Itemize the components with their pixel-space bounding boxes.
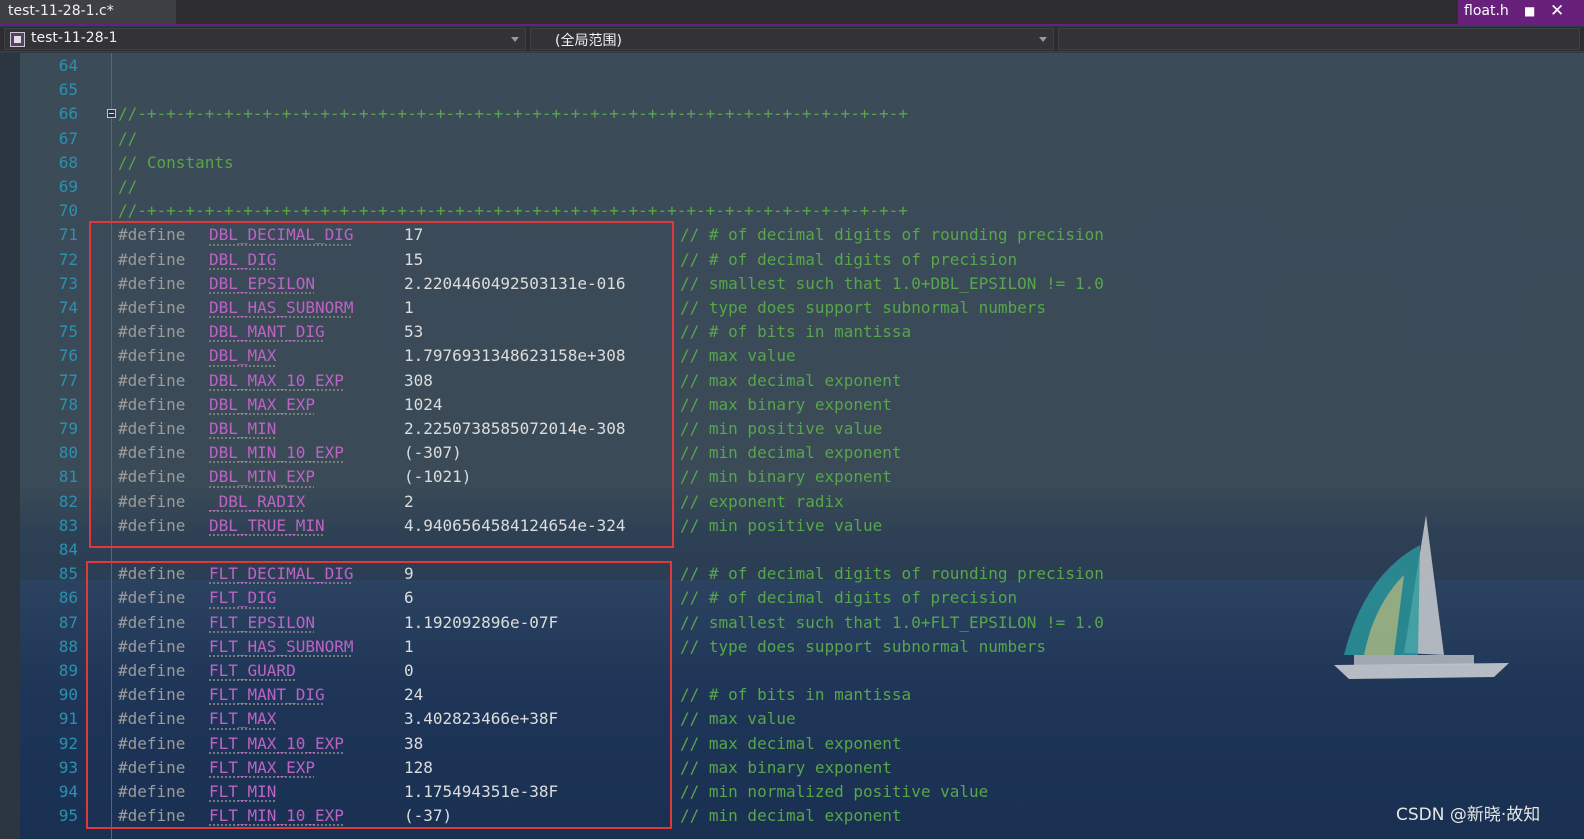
line-number: 80 xyxy=(58,443,78,463)
line-number: 93 xyxy=(58,757,78,777)
comment-text: // xyxy=(118,177,138,196)
comment-text: // type does support subnormal numbers xyxy=(680,298,1047,317)
comment-text: // max decimal exponent xyxy=(680,370,902,390)
project-dropdown[interactable]: test-11-28-1 xyxy=(4,28,526,50)
comment-text: // # of bits in mantissa xyxy=(680,685,912,705)
line-number: 91 xyxy=(58,709,78,729)
highlight-box-flt xyxy=(86,561,672,829)
line-number: 68 xyxy=(58,152,78,172)
code-line[interactable]: 67 // xyxy=(0,127,1584,151)
line-number: 73 xyxy=(58,273,78,293)
comment-text: // type does support subnormal numbers xyxy=(680,636,1047,656)
line-number: 89 xyxy=(58,661,78,680)
code-editor[interactable]: 64 65 66 //-+-+-+-+-+-+-+-+-+-+-+-+-+-+-+-+… xyxy=(0,53,1584,839)
line-number: 76 xyxy=(58,346,78,366)
document-tab-strip: test-11-28-1.c* float.h ■ ✕ xyxy=(0,0,1584,26)
scope-dropdown[interactable]: (全局范围) xyxy=(530,28,1054,50)
project-icon xyxy=(10,32,25,47)
line-number: 86 xyxy=(58,588,78,608)
line-number: 72 xyxy=(58,249,78,269)
line-number: 87 xyxy=(58,612,78,632)
line-number: 92 xyxy=(58,733,78,753)
comment-text: // # of decimal digits of precision xyxy=(680,249,1018,269)
code-line[interactable]: 64 xyxy=(0,54,1584,78)
line-number: 75 xyxy=(58,322,78,342)
line-number: 83 xyxy=(58,515,78,535)
comment-text: // min decimal exponent xyxy=(680,443,902,463)
comment-text: // smallest such that 1.0+FLT_EPSILON !=… xyxy=(680,612,1104,632)
line-number: 81 xyxy=(58,467,78,487)
code-line[interactable]: 69 // xyxy=(0,175,1584,199)
comment-text: // max value xyxy=(680,346,796,366)
line-number: 90 xyxy=(58,685,78,705)
comment-text: //-+-+-+-+-+-+-+-+-+-+-+-+-+-+-+-+-+-+-+… xyxy=(118,104,908,124)
code-line[interactable]: 68 // Constants xyxy=(0,151,1584,175)
line-number: 74 xyxy=(58,298,78,317)
code-line[interactable]: 65 xyxy=(0,78,1584,102)
comment-text: // smallest such that 1.0+DBL_EPSILON !=… xyxy=(680,273,1104,293)
line-number: 84 xyxy=(58,540,78,559)
code-line[interactable]: 70 //-+-+-+-+-+-+-+-+-+-+-+-+-+-+-+-+-+-+… xyxy=(0,199,1584,223)
comment-text: // xyxy=(118,128,138,148)
line-number: 88 xyxy=(58,636,78,656)
comment-text: // exponent radix xyxy=(680,491,844,511)
comment-text: // # of decimal digits of rounding preci… xyxy=(680,225,1104,245)
comment-text: // # of decimal digits of rounding preci… xyxy=(680,564,1104,584)
line-number: 79 xyxy=(58,419,78,438)
tab-float-h[interactable]: float.h ■ ✕ xyxy=(1458,0,1584,26)
comment-text: // min decimal exponent xyxy=(680,806,902,826)
chevron-down-icon xyxy=(1039,37,1047,42)
comment-text: // min normalized positive value xyxy=(680,782,989,801)
line-number: 67 xyxy=(58,128,78,148)
comment-text: // max decimal exponent xyxy=(680,733,902,753)
comment-text: // Constants xyxy=(118,152,234,172)
comment-text: // max binary exponent xyxy=(680,394,892,414)
comment-text: //-+-+-+-+-+-+-+-+-+-+-+-+-+-+-+-+-+-+-+… xyxy=(118,201,908,221)
comment-text: // min positive value xyxy=(680,515,883,535)
comment-text: // min binary exponent xyxy=(680,467,892,487)
line-number: 94 xyxy=(58,782,78,801)
close-icon[interactable]: ✕ xyxy=(1550,1,1564,21)
line-number: 65 xyxy=(58,80,78,100)
line-number: 70 xyxy=(58,201,78,221)
line-number: 77 xyxy=(58,370,78,390)
tab-float-h-label: float.h xyxy=(1464,3,1509,19)
project-dropdown-label: test-11-28-1 xyxy=(31,30,118,46)
comment-text: // min positive value xyxy=(680,419,883,438)
line-number: 71 xyxy=(58,225,78,245)
highlight-box-dbl xyxy=(89,221,674,548)
line-number: 78 xyxy=(58,394,78,414)
scope-dropdown-label: (全局范围) xyxy=(555,33,622,49)
pin-icon[interactable]: ■ xyxy=(1524,4,1535,18)
line-number: 64 xyxy=(58,56,78,75)
chevron-down-icon xyxy=(511,37,519,42)
comment-text: // # of decimal digits of precision xyxy=(680,588,1018,608)
tab-test-file[interactable]: test-11-28-1.c* xyxy=(0,0,176,24)
line-number: 66 xyxy=(58,104,78,124)
watermark: CSDN @新晓·故知 xyxy=(1396,805,1541,825)
navigation-bar: test-11-28-1 (全局范围) xyxy=(0,27,1584,52)
line-number: 69 xyxy=(58,177,78,196)
comment-text: // max binary exponent xyxy=(680,757,892,777)
member-dropdown[interactable] xyxy=(1058,28,1580,50)
comment-text: // # of bits in mantissa xyxy=(680,322,912,342)
line-number: 82 xyxy=(58,491,78,511)
line-number: 85 xyxy=(58,564,78,584)
line-number: 95 xyxy=(58,806,78,826)
comment-text: // max value xyxy=(680,709,796,729)
tab-test-file-label: test-11-28-1.c* xyxy=(8,3,114,19)
code-line[interactable]: 66 //-+-+-+-+-+-+-+-+-+-+-+-+-+-+-+-+-+-+… xyxy=(0,102,1584,126)
